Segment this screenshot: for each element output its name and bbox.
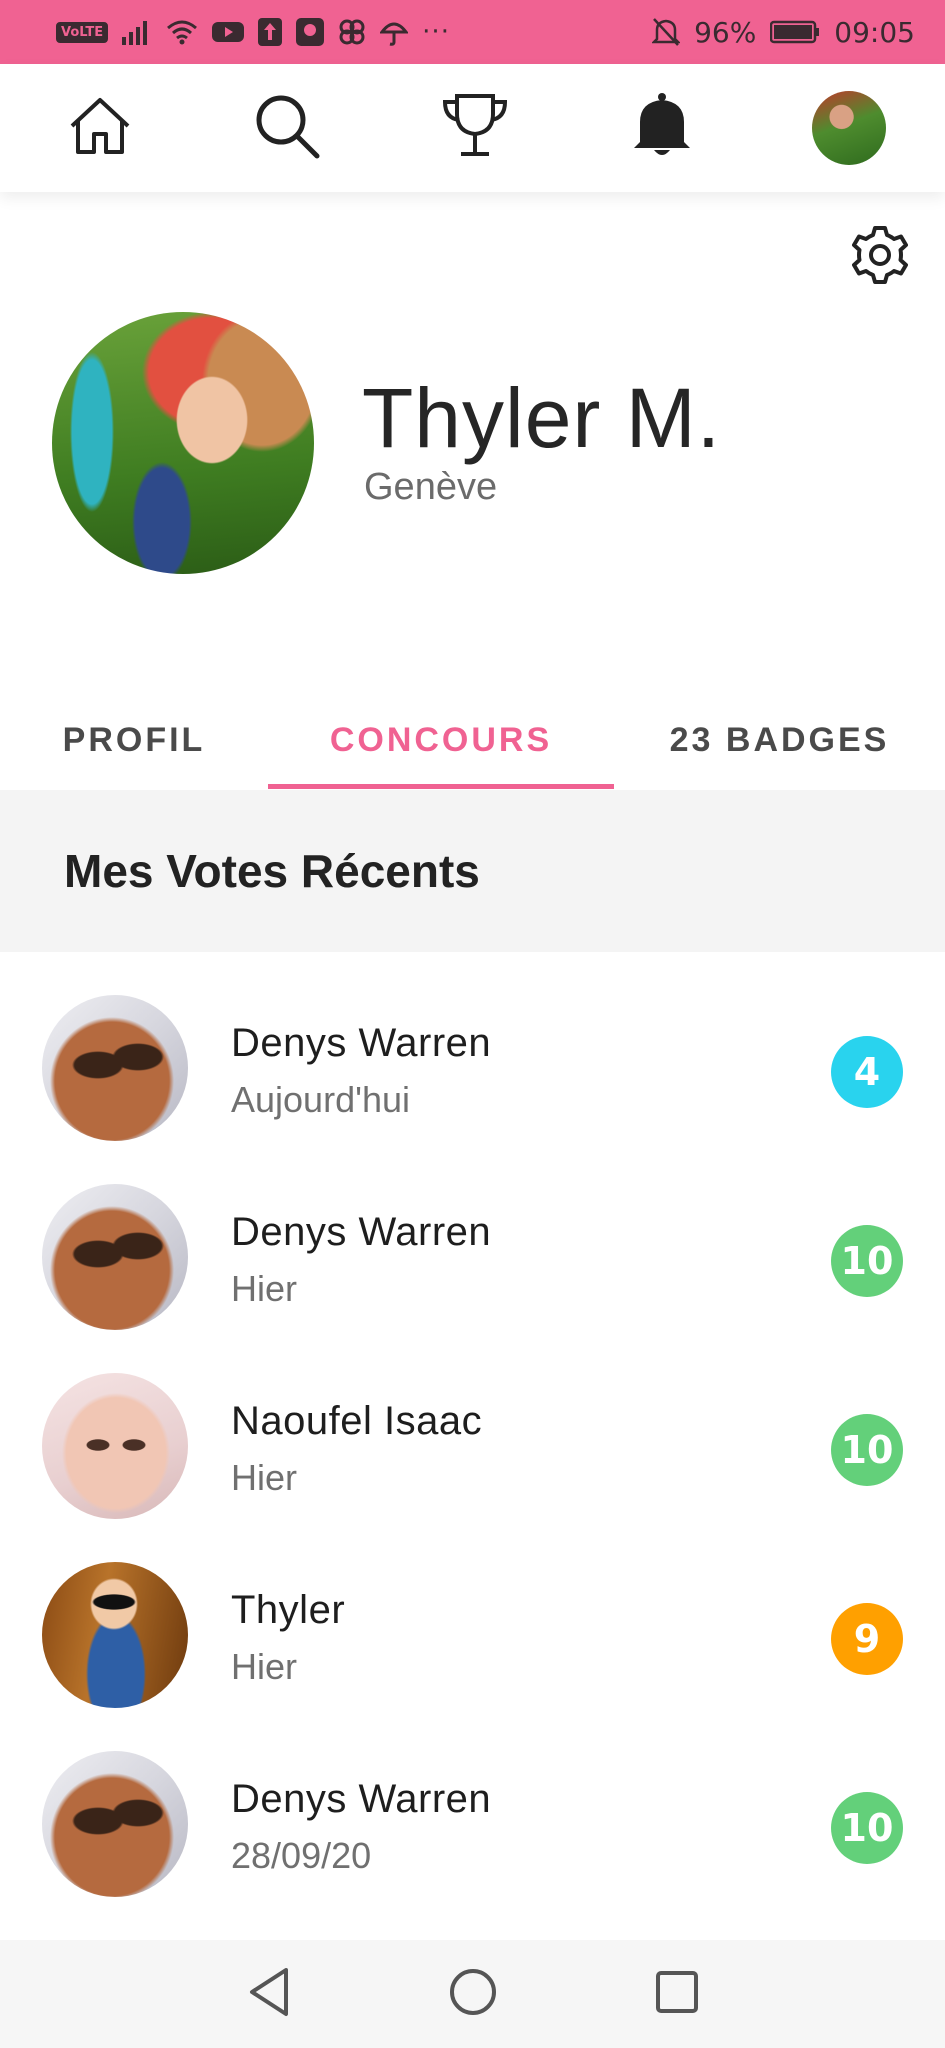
profile-tabs: PROFIL CONCOURS 23 BADGES <box>0 690 945 790</box>
battery-percent: 96% <box>694 15 757 49</box>
more-notifications-indicator: ··· <box>422 17 450 47</box>
trophy-icon <box>439 92 511 165</box>
section-header: Mes Votes Récents <box>0 790 945 952</box>
active-tab-indicator <box>268 784 614 789</box>
avatar <box>42 1184 188 1330</box>
recents-button[interactable] <box>640 1957 714 2031</box>
nav-contests-button[interactable] <box>435 88 515 168</box>
avatar <box>42 995 188 1141</box>
section-title: Mes Votes Récents <box>64 845 480 897</box>
upload-icon <box>258 18 283 46</box>
avatar <box>42 1751 188 1897</box>
nav-notifications-button[interactable] <box>622 88 702 168</box>
avatar <box>42 1562 188 1708</box>
search-icon <box>253 92 321 165</box>
voter-name: Denys Warren <box>231 1210 492 1254</box>
vote-date: Aujourd'hui <box>231 1079 410 1120</box>
vote-date: Hier <box>231 1646 298 1687</box>
recents-square-icon <box>655 1970 699 2019</box>
recent-votes-list: Denys Warren Aujourd'hui 4 Denys Warren … <box>0 975 945 1920</box>
status-bar-left: VoLTE ··· <box>56 17 450 47</box>
youtube-icon <box>212 20 245 44</box>
voter-name: Naoufel Isaac <box>231 1399 483 1443</box>
voter-name: Denys Warren <box>231 1021 492 1065</box>
list-item[interactable]: Denys Warren Aujourd'hui 4 <box>0 975 945 1164</box>
profile-photo <box>52 312 314 574</box>
home-button[interactable] <box>436 1957 510 2031</box>
home-circle-icon <box>448 1967 498 2022</box>
nav-search-button[interactable] <box>247 88 327 168</box>
nav-home-button[interactable] <box>60 88 140 168</box>
vote-date: Hier <box>231 1268 298 1309</box>
vote-date: Hier <box>231 1457 298 1498</box>
list-item[interactable]: Denys Warren Hier 10 <box>0 1164 945 1353</box>
system-navigation-bar <box>0 1940 945 2048</box>
tab-profil[interactable]: PROFIL <box>0 690 268 790</box>
back-button[interactable] <box>232 1957 306 2031</box>
voter-name: Thyler <box>231 1588 346 1632</box>
score-badge: 10 <box>831 1414 903 1486</box>
volte-indicator: VoLTE <box>56 21 109 43</box>
settings-button[interactable] <box>845 222 915 292</box>
score-badge: 4 <box>831 1036 903 1108</box>
avatar <box>42 1373 188 1519</box>
battery-icon <box>770 20 820 44</box>
profile-name: Thyler M. <box>362 371 722 465</box>
gear-icon <box>849 224 911 291</box>
voter-name: Denys Warren <box>231 1777 492 1821</box>
list-item[interactable]: Denys Warren 28/09/20 10 <box>0 1731 945 1920</box>
list-item[interactable]: Naoufel Isaac Hier 10 <box>0 1353 945 1542</box>
bell-icon <box>632 92 692 165</box>
score-badge: 10 <box>831 1225 903 1297</box>
bell-off-icon <box>652 17 681 47</box>
huawei-icon <box>296 18 325 46</box>
profile-city: Genève <box>364 466 498 508</box>
back-triangle-icon <box>246 1966 292 2023</box>
avatar <box>812 91 886 165</box>
pinwheel-icon <box>338 18 366 46</box>
umbrella-icon <box>380 18 409 46</box>
wifi-icon <box>166 19 198 45</box>
tab-badges[interactable]: 23 BADGES <box>614 690 945 790</box>
signal-icon <box>122 19 152 45</box>
tab-concours[interactable]: CONCOURS <box>268 690 614 790</box>
vote-date: 28/09/20 <box>231 1835 372 1876</box>
clock: 09:05 <box>834 15 915 49</box>
nav-profile-button[interactable] <box>809 88 889 168</box>
score-badge: 10 <box>831 1792 903 1864</box>
status-bar-right: 96% 09:05 <box>652 16 915 49</box>
score-badge: 9 <box>831 1603 903 1675</box>
top-navigation <box>0 64 945 192</box>
home-icon <box>68 96 132 161</box>
list-item[interactable]: Thyler Hier 9 <box>0 1542 945 1731</box>
status-bar: VoLTE ··· 96% 09:05 <box>0 0 945 64</box>
